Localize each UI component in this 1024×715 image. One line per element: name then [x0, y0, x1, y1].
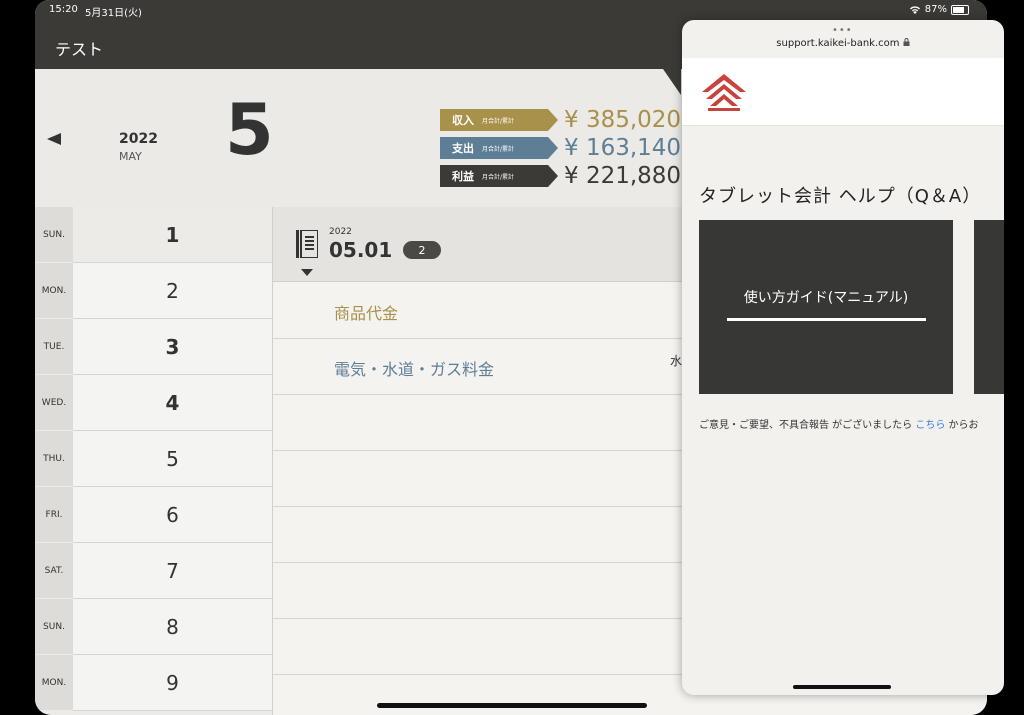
feedback-text: ご意見・ご要望、不具合報告 がございましたら こちら からお	[699, 416, 979, 431]
profit-tag: 利益 月合計/累計	[440, 165, 558, 187]
expense-amount: ¥ 163,140	[564, 135, 682, 161]
profit-amount: ¥ 221,880	[564, 163, 682, 189]
day-of-week: MON.	[35, 655, 73, 710]
sheet-home-indicator[interactable]	[793, 685, 891, 689]
profit-label: 利益	[452, 170, 474, 183]
income-sublabel: 月合計/累計	[482, 117, 515, 125]
day-of-week: SAT.	[35, 543, 73, 598]
income-amount: ¥ 385,020	[564, 107, 682, 133]
day-number: 3	[73, 319, 272, 375]
help-heading: タブレット会計 ヘルプ（Q＆A）	[699, 186, 982, 207]
battery-icon	[951, 4, 969, 15]
month-name: MAY	[119, 150, 142, 163]
day-number: 1	[73, 207, 272, 263]
day-row[interactable]: TUE. 3	[35, 319, 272, 375]
manual-guide-label: 使い方ガイド(マニュアル)	[743, 290, 909, 306]
expense-tag: 支出 月合計/累計	[440, 137, 558, 159]
status-bar: 15:20 5月31日(火) 87%	[35, 0, 987, 22]
day-number: 2	[73, 263, 272, 319]
url-text: support.kaikei-bank.com	[776, 38, 900, 49]
manual-guide-card[interactable]: 使い方ガイド(マニュアル)	[699, 220, 953, 394]
feedback-link[interactable]: こちら	[915, 420, 945, 431]
day-row[interactable]: MON. 9	[35, 655, 272, 711]
expense-sublabel: 月合計/累計	[482, 145, 515, 153]
income-tag: 収入 月合計/累計	[440, 109, 558, 131]
feedback-suffix: からお	[945, 420, 979, 431]
day-row[interactable]: MON. 2	[35, 263, 272, 319]
status-right: 87%	[909, 4, 969, 15]
expense-summary[interactable]: 支出 月合計/累計 ¥ 163,140	[440, 135, 682, 161]
url-bar[interactable]: support.kaikei-bank.com	[682, 38, 1004, 49]
day-list: SUN. 1 MON. 2 TUE. 3 WED. 4 THU. 5 FRI. 6 SAT.…	[35, 207, 272, 715]
home-indicator[interactable]	[377, 703, 647, 708]
income-summary[interactable]: 収入 月合計/累計 ¥ 385,020	[440, 107, 682, 133]
day-row[interactable]: THU. 5	[35, 431, 272, 487]
ledger-icon[interactable]	[296, 230, 318, 258]
day-of-week: SUN.	[35, 599, 73, 654]
detail-date: 05.01	[329, 238, 393, 262]
next-card[interactable]	[974, 220, 1004, 394]
day-of-week: MON.	[35, 263, 73, 318]
day-number: 8	[73, 599, 272, 655]
day-of-week: FRI.	[35, 487, 73, 542]
day-number: 6	[73, 487, 272, 543]
day-row[interactable]: SUN. 1	[35, 207, 272, 263]
month-number: 5	[225, 89, 274, 171]
income-label: 収入	[452, 114, 474, 127]
status-time: 15:20	[49, 4, 78, 15]
card-underline	[727, 318, 926, 321]
day-number: 7	[73, 543, 272, 599]
day-row[interactable]: SUN. 8	[35, 599, 272, 655]
header-corner-notch	[663, 69, 681, 95]
entry-extra: 水	[670, 354, 683, 368]
lock-icon	[903, 38, 910, 46]
entry-count-badge: 2	[403, 241, 441, 259]
day-number: 4	[73, 375, 272, 431]
month-year: 2022	[119, 131, 158, 147]
status-date: 5月31日(火)	[85, 8, 142, 19]
expense-label: 支出	[452, 142, 474, 155]
expand-down-icon[interactable]	[301, 269, 313, 276]
day-number: 5	[73, 431, 272, 487]
app-title: テスト	[55, 40, 104, 59]
site-header	[682, 58, 1004, 126]
day-of-week: TUE.	[35, 319, 73, 374]
feedback-prefix: ご意見・ご要望、不具合報告 がございましたら	[699, 420, 916, 431]
more-dots-icon[interactable]: •••	[832, 25, 853, 36]
day-of-week: SUN.	[35, 207, 73, 262]
wifi-icon	[909, 6, 920, 14]
profit-sublabel: 月合計/累計	[482, 173, 515, 181]
slide-over-browser: ••• support.kaikei-bank.com タブレット会計 ヘルプ（…	[682, 20, 1004, 695]
day-number: 9	[73, 655, 272, 711]
battery-percent: 87%	[924, 4, 947, 15]
day-of-week: WED.	[35, 375, 73, 430]
day-row[interactable]: SAT. 7	[35, 543, 272, 599]
detail-year: 2022	[329, 227, 352, 237]
entry-label: 商品代金	[334, 304, 399, 323]
day-row[interactable]: WED. 4	[35, 375, 272, 431]
day-of-week: THU.	[35, 431, 73, 486]
entry-label: 電気・水道・ガス料金	[334, 360, 495, 379]
day-row[interactable]: FRI. 6	[35, 487, 272, 543]
site-logo-icon[interactable]	[702, 74, 746, 112]
prev-month-icon[interactable]	[47, 133, 61, 145]
profit-summary[interactable]: 利益 月合計/累計 ¥ 221,880	[440, 163, 682, 189]
